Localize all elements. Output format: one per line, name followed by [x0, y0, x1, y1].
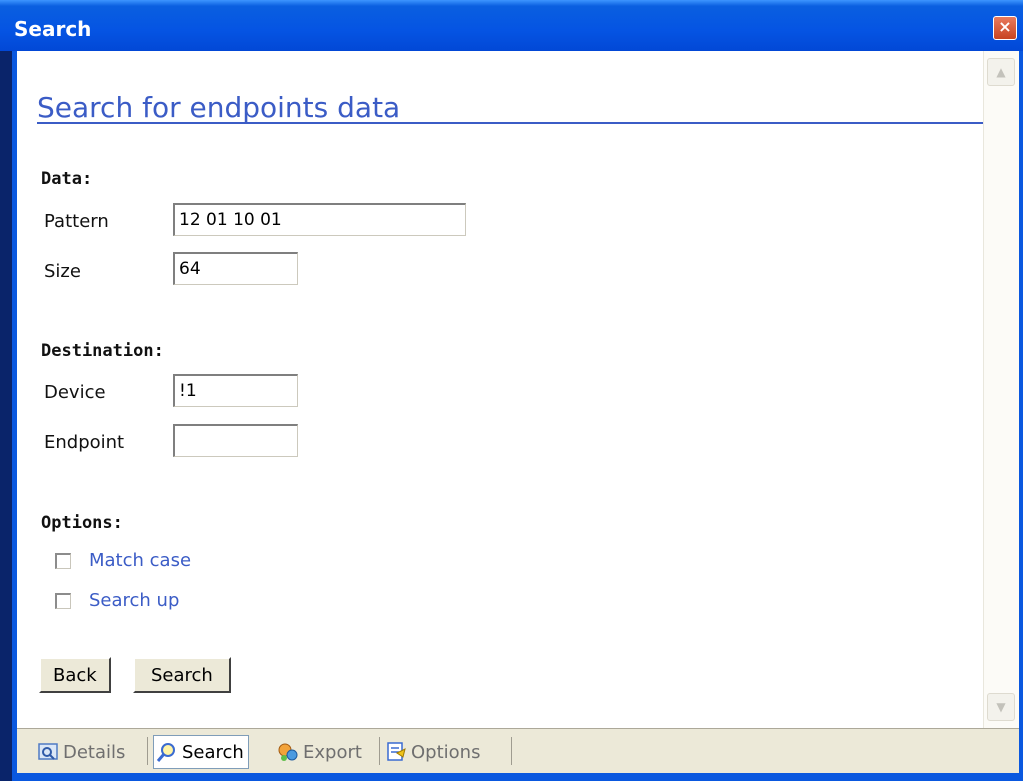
bottom-tab-bar: Details Search Export Options [17, 728, 1019, 773]
export-icon [278, 743, 298, 761]
tab-search[interactable]: Search [153, 735, 249, 769]
details-icon [38, 743, 58, 760]
device-label: Device [44, 382, 106, 403]
tab-divider [511, 737, 512, 765]
device-input[interactable] [173, 374, 298, 407]
tab-details-label: Details [63, 741, 126, 763]
scroll-up-button[interactable]: ▲ [987, 58, 1015, 86]
match-case-checkbox[interactable] [55, 553, 71, 569]
search-window: Search × Search for endpoints data Data:… [0, 0, 1023, 781]
page-title: Search for endpoints data [37, 91, 401, 124]
pattern-label: Pattern [44, 211, 109, 232]
chevron-down-icon: ▼ [996, 700, 1006, 714]
tab-divider [379, 737, 380, 765]
match-case-label[interactable]: Match case [89, 550, 191, 571]
search-up-label[interactable]: Search up [89, 590, 179, 611]
destination-section-label: Destination: [41, 341, 164, 361]
data-section-label: Data: [41, 169, 93, 189]
search-button[interactable]: Search [133, 657, 231, 693]
title-bar[interactable]: Search × [0, 0, 1023, 51]
back-button[interactable]: Back [39, 657, 111, 693]
tab-export[interactable]: Export [277, 735, 362, 769]
tab-export-label: Export [303, 741, 362, 763]
tab-details[interactable]: Details [37, 735, 125, 769]
content-panel: Search for endpoints data Data: Pattern … [17, 51, 983, 728]
size-input[interactable] [173, 252, 298, 285]
vertical-scrollbar[interactable]: ▲ ▼ [983, 51, 1019, 728]
close-button[interactable]: × [993, 16, 1017, 40]
tab-options[interactable]: Options [385, 735, 480, 769]
scroll-down-button[interactable]: ▼ [987, 693, 1015, 721]
tab-options-label: Options [411, 741, 481, 763]
endpoint-input[interactable] [173, 424, 298, 457]
tab-search-label: Search [182, 741, 244, 763]
size-label: Size [44, 261, 81, 282]
close-icon: × [998, 17, 1012, 36]
pattern-input[interactable] [173, 203, 466, 236]
tab-divider [147, 737, 148, 765]
window-title: Search [14, 17, 92, 41]
options-icon [387, 742, 406, 761]
search-up-checkbox[interactable] [55, 593, 71, 609]
options-section-label: Options: [41, 513, 123, 533]
endpoint-label: Endpoint [44, 432, 125, 453]
chevron-up-icon: ▲ [996, 65, 1006, 79]
heading-divider [37, 122, 983, 124]
magnifier-icon [156, 743, 175, 762]
